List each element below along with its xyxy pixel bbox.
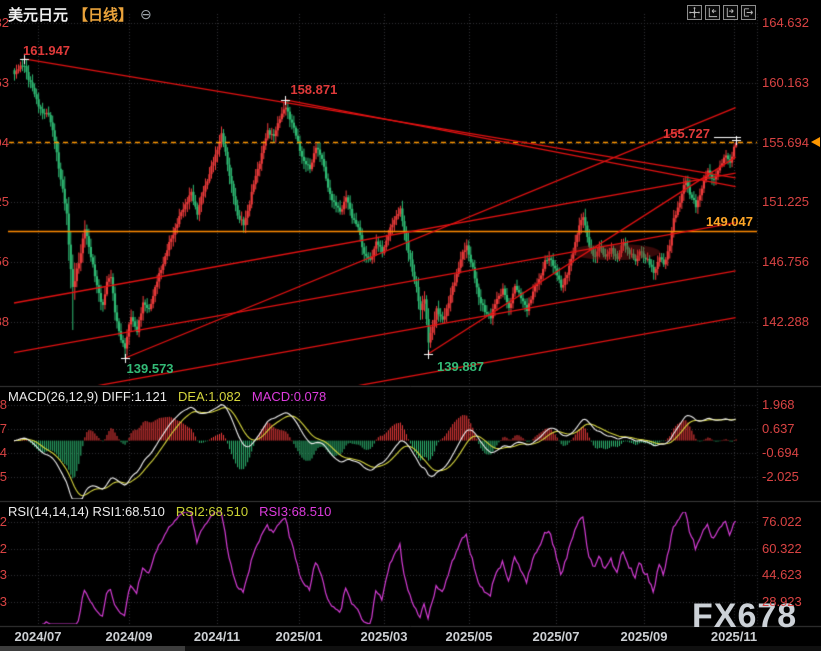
price-axis-tick: 164.632 xyxy=(762,16,809,30)
rsi-axis-tick-left: 28.923 xyxy=(0,595,7,609)
title-bar: 美元日元【日线】 ⊖ xyxy=(8,4,152,25)
price-annotation: 139.573 xyxy=(127,362,174,376)
macd-axis-tick-left: -0.694 xyxy=(0,446,7,460)
legend-segment: MACD:0.078 xyxy=(252,389,326,404)
legend-segment: RSI3:68.510 xyxy=(259,504,331,519)
macd-axis-tick: -0.694 xyxy=(762,446,799,460)
chart-window: 美元日元【日线】 ⊖ MACD(26,12,9) DIFF:1.121 DEA:1.… xyxy=(0,0,821,651)
legend-segment: RSI(14,14,14) RSI1:68.510 xyxy=(8,504,165,519)
current-price-arrow xyxy=(811,137,820,147)
hline-label: 155.727 xyxy=(663,127,710,141)
x-axis-label: 2025/09 xyxy=(612,630,676,644)
symbol-title: 美元日元 xyxy=(8,4,68,25)
x-axis-label: 2025/07 xyxy=(524,630,588,644)
collapse-icon[interactable]: ⊖ xyxy=(140,6,152,23)
axis-scale-left-icon[interactable] xyxy=(705,5,720,20)
legend-segment: RSI2:68.510 xyxy=(176,504,248,519)
rsi-axis-tick: 76.022 xyxy=(762,515,802,529)
price-annotation: 139.887 xyxy=(437,360,484,374)
axis-scale-right-icon[interactable] xyxy=(723,5,738,20)
h-scrollbar[interactable] xyxy=(0,646,821,651)
price-axis-tick-left: 155.694 xyxy=(0,136,7,150)
chart-canvas[interactable] xyxy=(0,0,821,651)
macd-axis-tick-left: 0.637 xyxy=(0,422,7,436)
rsi-axis-tick: 44.623 xyxy=(762,568,802,582)
legend-segment: DEA:1.082 xyxy=(178,389,241,404)
price-axis-tick-left: 164.632 xyxy=(0,16,7,30)
x-axis-label: 2024/09 xyxy=(97,630,161,644)
price-axis-tick: 151.225 xyxy=(762,195,809,209)
crosshair-icon[interactable] xyxy=(687,5,702,20)
h-scrollbar-thumb[interactable] xyxy=(0,646,185,651)
rsi-axis-tick-left: 60.322 xyxy=(0,542,7,556)
price-axis-tick-left: 151.225 xyxy=(0,195,7,209)
rsi-axis-tick: 28.923 xyxy=(762,595,802,609)
macd-axis-tick: -2.025 xyxy=(762,470,799,484)
x-axis-label: 2025/05 xyxy=(437,630,501,644)
hline-label: 149.047 xyxy=(706,215,753,229)
price-axis-tick: 142.288 xyxy=(762,315,809,329)
macd-legend: MACD(26,12,9) DIFF:1.121 DEA:1.082 MACD:0.… xyxy=(8,389,326,404)
macd-axis-tick: 1.968 xyxy=(762,398,795,412)
price-annotation: 161.947 xyxy=(23,44,70,58)
chart-toolbar xyxy=(687,5,756,20)
price-axis-tick: 160.163 xyxy=(762,76,809,90)
rsi-axis-tick-left: 44.623 xyxy=(0,568,7,582)
x-axis-label: 2025/03 xyxy=(352,630,416,644)
macd-axis-tick: 0.637 xyxy=(762,422,795,436)
price-annotation: 158.871 xyxy=(290,83,337,97)
price-axis-tick: 146.756 xyxy=(762,255,809,269)
price-axis-tick: 155.694 xyxy=(762,136,809,150)
macd-axis-tick-left: -2.025 xyxy=(0,470,7,484)
price-axis-tick-left: 146.756 xyxy=(0,255,7,269)
rsi-axis-tick-left: 76.022 xyxy=(0,515,7,529)
price-axis-tick-left: 160.163 xyxy=(0,76,7,90)
x-axis-label: 2024/11 xyxy=(185,630,249,644)
x-axis-label: 2024/07 xyxy=(6,630,70,644)
pan-right-icon[interactable] xyxy=(741,5,756,20)
price-axis-tick-left: 142.288 xyxy=(0,315,7,329)
rsi-axis-tick: 60.322 xyxy=(762,542,802,556)
period-badge: 【日线】 xyxy=(73,4,133,25)
x-axis-label: 2025/01 xyxy=(267,630,331,644)
rsi-legend: RSI(14,14,14) RSI1:68.510 RSI2:68.510 RSI3… xyxy=(8,504,331,519)
legend-segment: MACD(26,12,9) DIFF:1.121 xyxy=(8,389,167,404)
macd-axis-tick-left: 1.968 xyxy=(0,398,7,412)
